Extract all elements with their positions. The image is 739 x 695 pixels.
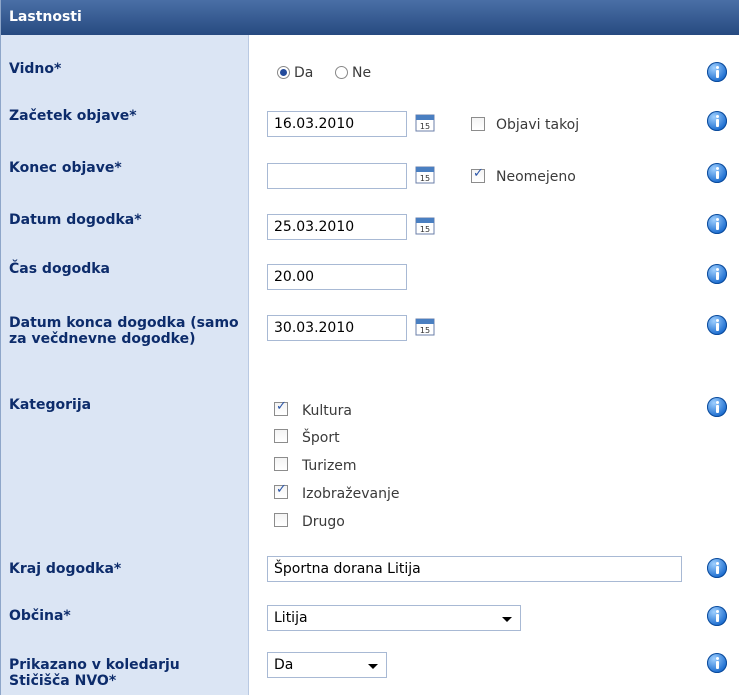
radio-vidno-ne-label: Ne bbox=[352, 65, 372, 81]
info-icon[interactable] bbox=[707, 315, 727, 335]
svg-text:15: 15 bbox=[420, 326, 430, 335]
calendar-icon[interactable]: 15 bbox=[415, 215, 435, 235]
label-column bbox=[1, 35, 249, 695]
kraj-dogodka-input[interactable]: Športna dorana Litija bbox=[267, 556, 682, 582]
label-vidno: Vidno* bbox=[9, 61, 62, 77]
kategorija-kultura-label: Kultura bbox=[302, 403, 352, 419]
info-icon[interactable] bbox=[707, 558, 727, 578]
svg-text:15: 15 bbox=[420, 174, 430, 183]
info-icon[interactable] bbox=[707, 163, 727, 183]
neomejeno-checkbox[interactable] bbox=[471, 166, 485, 183]
info-icon[interactable] bbox=[707, 111, 727, 131]
chevron-down-icon bbox=[502, 617, 512, 622]
calendar-icon[interactable]: 15 bbox=[415, 164, 435, 184]
chevron-down-icon bbox=[368, 664, 378, 669]
info-icon[interactable] bbox=[707, 606, 727, 626]
prikazano-select[interactable]: Da bbox=[267, 652, 387, 678]
konec-objave-input[interactable] bbox=[267, 163, 407, 189]
objavi-takoj-checkbox[interactable] bbox=[471, 117, 485, 131]
datum-konca-input[interactable]: 30.03.2010 bbox=[267, 315, 407, 341]
info-icon[interactable] bbox=[707, 62, 727, 82]
label-datum-dogodka: Datum dogodka* bbox=[9, 212, 142, 228]
kategorija-drugo-label: Drugo bbox=[302, 514, 345, 530]
obcina-select[interactable]: Litija bbox=[267, 605, 521, 631]
radio-vidno-ne[interactable] bbox=[335, 66, 348, 79]
kategorija-kultura-checkbox[interactable] bbox=[274, 399, 288, 416]
kategorija-sport-checkbox[interactable] bbox=[274, 429, 288, 443]
label-datum-konca-dogodka: Datum konca dogodka (samo za večdnevne d… bbox=[9, 315, 239, 347]
kategorija-sport-label: Šport bbox=[302, 430, 340, 446]
prikazano-selected-value: Da bbox=[274, 657, 294, 673]
info-icon[interactable] bbox=[707, 397, 727, 417]
info-icon[interactable] bbox=[707, 653, 727, 673]
svg-text:15: 15 bbox=[420, 225, 430, 234]
label-prikazano-v-koledarju: Prikazano v koledarju Stičišča NVO* bbox=[9, 657, 180, 689]
kategorija-drugo-checkbox[interactable] bbox=[274, 513, 288, 527]
svg-text:15: 15 bbox=[420, 122, 430, 131]
info-icon[interactable] bbox=[707, 214, 727, 234]
label-zacetek-objave: Začetek objave* bbox=[9, 108, 137, 124]
calendar-icon[interactable]: 15 bbox=[415, 316, 435, 336]
info-icon[interactable] bbox=[707, 264, 727, 284]
kategorija-turizem-label: Turizem bbox=[302, 458, 357, 474]
radio-vidno-da[interactable] bbox=[277, 66, 290, 79]
properties-panel: Lastnosti Vidno* Da Ne Začetek objave* 1… bbox=[0, 0, 739, 695]
kategorija-turizem-checkbox[interactable] bbox=[274, 457, 288, 471]
neomejeno-label: Neomejeno bbox=[496, 169, 576, 185]
label-konec-objave: Konec objave* bbox=[9, 160, 122, 176]
kategorija-izobrazevanje-checkbox[interactable] bbox=[274, 482, 288, 499]
label-cas-dogodka: Čas dogodka bbox=[9, 261, 110, 277]
radio-vidno-da-label: Da bbox=[294, 65, 314, 81]
obcina-selected-value: Litija bbox=[274, 610, 308, 626]
zacetek-objave-input[interactable]: 16.03.2010 bbox=[267, 111, 407, 137]
datum-dogodka-input[interactable]: 25.03.2010 bbox=[267, 214, 407, 240]
objavi-takoj-label: Objavi takoj bbox=[496, 117, 580, 133]
label-obcina: Občina* bbox=[9, 608, 71, 624]
calendar-icon[interactable]: 15 bbox=[415, 112, 435, 132]
panel-header: Lastnosti bbox=[1, 0, 739, 35]
label-kraj-dogodka: Kraj dogodka* bbox=[9, 561, 122, 577]
kategorija-izobrazevanje-label: Izobraževanje bbox=[302, 486, 400, 502]
cas-dogodka-input[interactable]: 20.00 bbox=[267, 264, 407, 290]
label-kategorija: Kategorija bbox=[9, 397, 92, 413]
